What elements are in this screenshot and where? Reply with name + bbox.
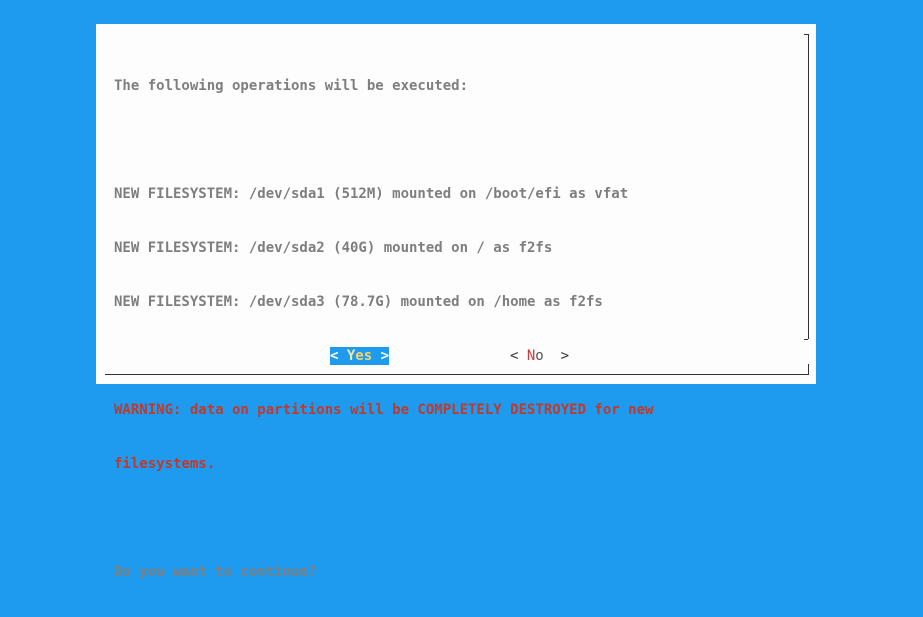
dialog-border-right-lower	[808, 364, 809, 374]
intro-line: The following operations will be execute…	[114, 78, 469, 94]
yes-button-left-bracket: <	[330, 348, 347, 364]
no-button-label-rest: o	[535, 348, 544, 364]
no-button[interactable]: < No >	[510, 347, 569, 365]
operation-line-sda2: NEW FILESYSTEM: /dev/sda2 (40G) mounted …	[114, 240, 553, 256]
yes-button-label-rest: es	[355, 348, 373, 364]
confirm-question: Do you want to continue?	[114, 564, 317, 580]
warning-line: WARNING: data on partitions will be COMP…	[114, 402, 654, 418]
dialog-message: The following operations will be execute…	[114, 41, 794, 617]
text-box-border-tick-bottom	[804, 339, 808, 340]
operation-line-sda1: NEW FILESYSTEM: /dev/sda1 (512M) mounted…	[114, 186, 629, 202]
yes-button[interactable]: < Yes >	[330, 347, 390, 365]
button-row: < Yes > < No >	[96, 347, 816, 365]
confirmation-dialog: The following operations will be execute…	[96, 24, 816, 580]
yes-button-right-bracket: >	[372, 348, 390, 364]
no-button-left-bracket: <	[510, 348, 527, 364]
no-button-right-bracket: >	[543, 348, 570, 364]
warning-line-continued: filesystems.	[114, 456, 216, 472]
operation-line-sda3: NEW FILESYSTEM: /dev/sda3 (78.7G) mounte…	[114, 294, 603, 310]
text-box-border-tick-top	[804, 34, 808, 35]
text-box-right-border	[808, 34, 809, 339]
